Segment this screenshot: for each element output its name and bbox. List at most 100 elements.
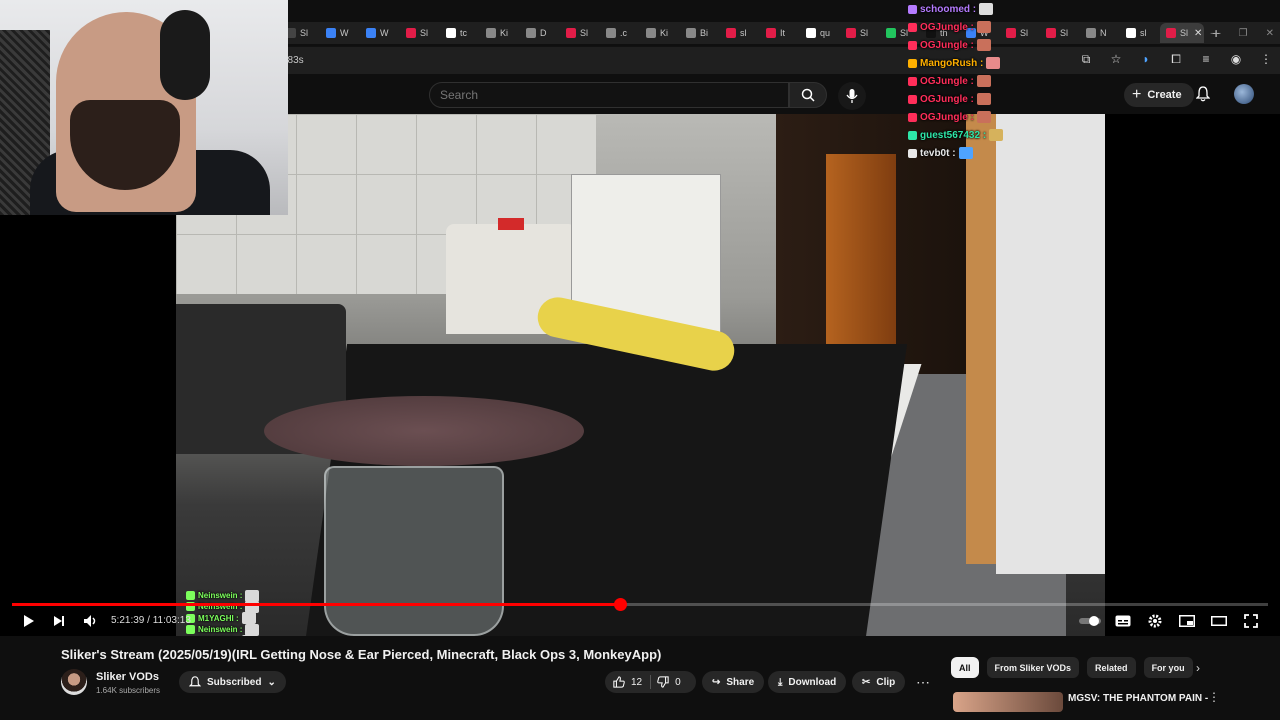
play-icon[interactable]: [19, 612, 37, 630]
chevron-right-icon[interactable]: ›: [1196, 661, 1200, 675]
tab-label: Sl: [420, 28, 429, 38]
browser-tab[interactable]: .c: [600, 23, 640, 43]
tab-label: D: [540, 28, 547, 38]
tab-favicon-icon: [846, 28, 856, 38]
profile-icon[interactable]: ◉: [1228, 51, 1244, 67]
browser-tab[interactable]: W: [360, 23, 400, 43]
share-button[interactable]: ↪ Share: [702, 671, 765, 693]
search-input[interactable]: [429, 82, 789, 108]
recommendation-menu-icon[interactable]: ⋮: [1208, 690, 1220, 704]
recommendation-thumbnail[interactable]: [953, 692, 1063, 712]
scene-curtain: [826, 154, 896, 364]
browser-tab[interactable]: Sl: [400, 23, 440, 43]
channel-name[interactable]: Sliker VODs: [96, 671, 159, 683]
subtitles-icon[interactable]: [1114, 612, 1132, 630]
video-frame[interactable]: [176, 114, 1105, 636]
filter-chip[interactable]: From Sliker VODs: [986, 657, 1080, 678]
next-icon[interactable]: [50, 612, 68, 630]
chat-emote-icon: [976, 39, 991, 51]
create-button[interactable]: + Create: [1124, 83, 1194, 107]
video-details: Sliker's Stream (2025/05/19)(IRL Getting…: [0, 636, 1280, 720]
browser-tab[interactable]: qu: [800, 23, 840, 43]
like-count: 12: [631, 676, 643, 688]
chat-username: schoomed :: [920, 3, 977, 15]
filter-chips: All From Sliker VODs Related For you: [951, 657, 1193, 678]
bookmark-star-icon[interactable]: ☆: [1108, 51, 1124, 67]
like-button[interactable]: 12: [605, 671, 642, 693]
create-label: Create: [1147, 89, 1182, 101]
dislike-button[interactable]: 0: [657, 671, 681, 693]
download-button[interactable]: ⤓ Download: [768, 671, 847, 693]
chat-badge-icon: [908, 94, 917, 104]
tab-favicon-icon: [726, 28, 736, 38]
browser-tab[interactable]: N: [1080, 23, 1120, 43]
chat-emote-icon: [986, 57, 1001, 69]
theater-mode-icon[interactable]: [1210, 612, 1228, 630]
browser-tab[interactable]: Sl: [560, 23, 600, 43]
subscribed-button[interactable]: Subscribed ⌄: [179, 671, 286, 693]
filter-chip[interactable]: All: [951, 657, 979, 678]
more-actions-icon[interactable]: ⋯: [912, 671, 934, 693]
channel-avatar[interactable]: [61, 669, 87, 695]
browser-tab[interactable]: sl: [1120, 23, 1160, 43]
chat-message: schoomed :: [908, 0, 1048, 18]
browser-tab[interactable]: It: [760, 23, 800, 43]
notifications-bell-icon[interactable]: [1195, 86, 1211, 107]
tab-favicon-icon: [1126, 28, 1136, 38]
tab-favicon-icon: [1166, 28, 1176, 38]
filter-chip[interactable]: For you: [1143, 657, 1193, 678]
close-tab-icon[interactable]: ✕: [1194, 28, 1202, 39]
recommendation-title[interactable]: MGSV: THE PHANTOM PAIN -: [1068, 693, 1208, 704]
clip-button[interactable]: ✂ Clip: [852, 671, 906, 693]
video-title: Sliker's Stream (2025/05/19)(IRL Getting…: [61, 647, 662, 662]
fullscreen-icon[interactable]: [1242, 612, 1260, 630]
close-window-icon[interactable]: ✕: [1266, 28, 1274, 39]
search-button[interactable]: [789, 82, 827, 108]
clip-label: Clip: [876, 676, 896, 688]
tab-label: N: [1100, 28, 1107, 38]
open-in-app-icon[interactable]: ⧉: [1078, 51, 1094, 67]
thumbs-up-icon: [613, 676, 625, 688]
tab-favicon-icon: [646, 28, 656, 38]
chat-badge-icon: [908, 148, 917, 158]
browser-menu-icon[interactable]: ⋮: [1258, 51, 1274, 67]
browser-tab[interactable]: Sl: [840, 23, 880, 43]
extension-icon[interactable]: ◗: [1138, 51, 1154, 67]
chat-username: OGJungle :: [920, 75, 974, 87]
browser-tab-active[interactable]: Sl ✕: [1160, 23, 1204, 43]
chat-badge-icon: [908, 76, 917, 86]
settings-gear-icon[interactable]: [1146, 612, 1164, 630]
chat-username: Neinswein :: [198, 591, 243, 601]
chat-badge-icon: [186, 591, 195, 601]
tab-list: Sl W W Sl tc Ki D Sl .c Ki Bi sl It qu Sl Sl th W Sl Sl Nsl S…: [280, 23, 1204, 43]
filter-chip[interactable]: Related: [1087, 657, 1136, 678]
account-avatar[interactable]: [1234, 84, 1254, 104]
browser-tab[interactable]: W: [320, 23, 360, 43]
chat-emote-icon: [976, 111, 991, 123]
restore-icon[interactable]: ❐: [1239, 28, 1248, 39]
chat-badge-icon: [908, 22, 917, 32]
chat-message: OGJungle :: [908, 18, 1048, 36]
volume-icon[interactable]: [82, 612, 100, 630]
download-icon: ⤓: [778, 676, 783, 688]
progress-bar[interactable]: [12, 598, 1268, 611]
chat-emote-icon: [976, 75, 991, 87]
tab-label: Sl: [1060, 28, 1069, 38]
browser-tab[interactable]: tc: [440, 23, 480, 43]
browser-tab[interactable]: sl: [720, 23, 760, 43]
dislike-count: 0: [675, 676, 681, 688]
autoplay-toggle-icon[interactable]: [1078, 612, 1102, 630]
tab-label: Sl: [900, 28, 909, 38]
headset-icon: [160, 10, 210, 100]
puzzle-icon[interactable]: ⧠: [1168, 51, 1184, 67]
browser-tab[interactable]: Bi: [680, 23, 720, 43]
browser-tab[interactable]: Ki: [480, 23, 520, 43]
chat-emote-icon: [958, 147, 973, 159]
minimize-icon[interactable]: —: [1211, 28, 1221, 39]
browser-tab[interactable]: D: [520, 23, 560, 43]
miniplayer-icon[interactable]: [1178, 612, 1196, 630]
voice-search-button[interactable]: [838, 82, 866, 110]
media-icon[interactable]: ≡: [1198, 51, 1214, 67]
tab-favicon-icon: [1086, 28, 1096, 38]
browser-tab[interactable]: Ki: [640, 23, 680, 43]
